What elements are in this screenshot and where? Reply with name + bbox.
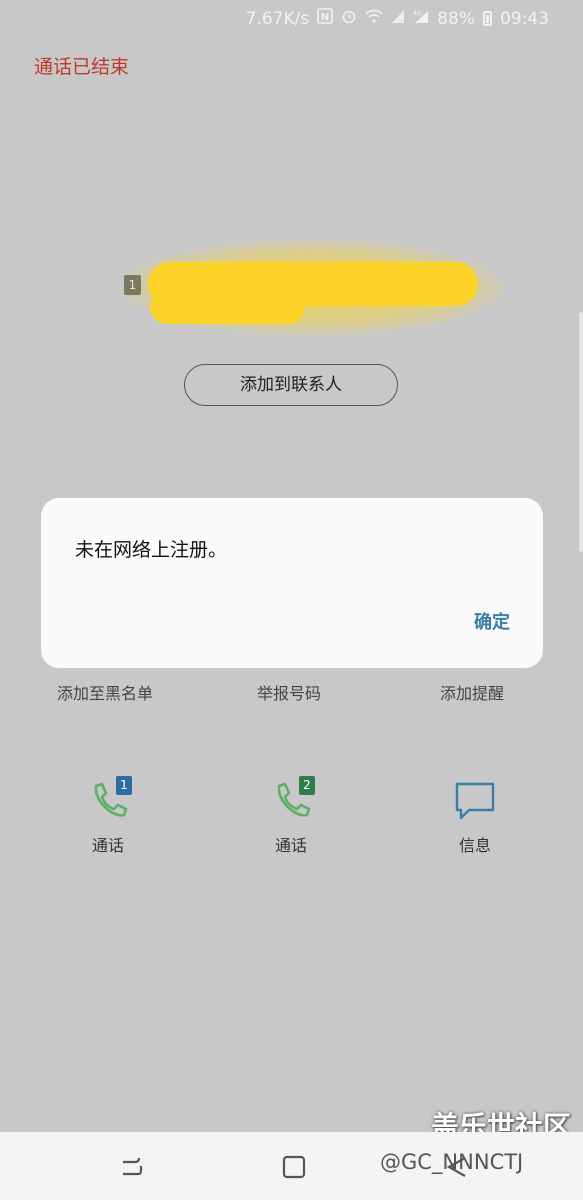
phone-sim1-icon: 1 <box>84 776 132 824</box>
net-speed: 7.67K/s <box>245 8 310 29</box>
sim1-badge: 1 <box>116 776 132 795</box>
call-ended-status: 通话已结束 <box>34 56 130 78</box>
battery-percent: 88% <box>437 8 475 29</box>
recent-apps-icon[interactable] <box>117 1152 147 1182</box>
status-bar: 7.67K/s N 4G 88% 09:43 <box>0 0 583 36</box>
message-icon <box>451 776 499 824</box>
report-number-option[interactable]: 举报号码 <box>257 680 321 704</box>
clock: 09:43 <box>500 8 549 29</box>
call-sim2-label: 通话 <box>274 836 307 855</box>
4g-signal-icon: 4G <box>413 8 429 29</box>
message-label: 信息 <box>458 836 491 855</box>
add-to-contacts-button[interactable]: 添加到联系人 <box>184 364 398 406</box>
status-bar-right: 7.67K/s N 4G 88% 09:43 <box>246 8 549 29</box>
home-icon[interactable] <box>279 1152 309 1182</box>
battery-icon <box>483 11 492 26</box>
dialog-ok-button[interactable]: 确定 <box>474 608 510 634</box>
phone-sim2-icon: 2 <box>267 776 315 824</box>
nfc-icon: N <box>317 8 334 29</box>
add-reminder-option[interactable]: 添加提醒 <box>440 680 504 704</box>
navigation-bar: @GC_NNNCTJ <box>0 1132 583 1200</box>
not-registered-dialog: 未在网络上注册。 确定 <box>41 498 543 668</box>
add-to-blacklist-option[interactable]: 添加至黑名单 <box>57 680 153 704</box>
signal-icon <box>391 8 405 29</box>
sim-badge: 1 <box>124 275 141 295</box>
alarm-icon <box>341 8 357 29</box>
dialog-message: 未在网络上注册。 <box>75 539 228 561</box>
call-sim2-button[interactable]: 2 通话 <box>241 776 341 856</box>
svg-text:N: N <box>321 12 329 23</box>
sim2-badge: 2 <box>299 776 315 795</box>
svg-text:4G: 4G <box>413 10 422 17</box>
watermark-user: @GC_NNNCTJ <box>380 1150 524 1174</box>
redaction-mark-2 <box>150 290 305 324</box>
scroll-edge <box>579 312 583 552</box>
wifi-icon <box>365 8 383 29</box>
call-sim1-button[interactable]: 1 通话 <box>58 776 158 856</box>
message-button[interactable]: 信息 <box>425 776 525 856</box>
call-sim1-label: 通话 <box>91 836 124 855</box>
